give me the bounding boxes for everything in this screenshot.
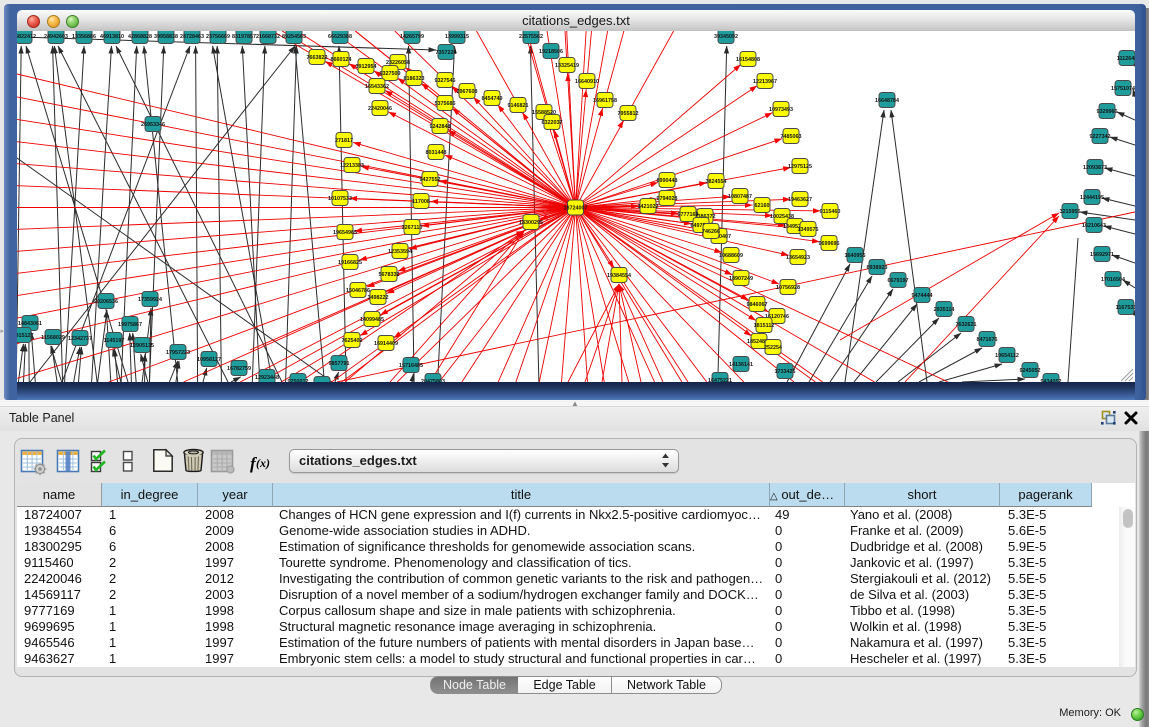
svg-text:18907249: 18907249 [729,276,753,282]
svg-text:16475221: 16475221 [708,378,732,382]
svg-text:252254: 252254 [764,345,782,351]
svg-text:3824554: 3824554 [706,179,727,185]
svg-text:9794028: 9794028 [657,196,678,202]
svg-text:16154808: 16154808 [736,57,760,63]
svg-text:7357224: 7357224 [436,50,457,56]
svg-text:13654923: 13654923 [786,255,810,261]
svg-text:1733426: 1733426 [775,369,796,375]
svg-text:10807487: 10807487 [728,194,752,200]
svg-text:9146821: 9146821 [508,103,529,109]
svg-text:14265799: 14265799 [400,34,424,40]
svg-text:12975125: 12975125 [788,164,812,170]
svg-text:10973493: 10973493 [769,107,793,113]
svg-text:19166825: 19166825 [338,260,362,266]
svg-text:10756928: 10756928 [776,285,800,291]
svg-text:12444195: 12444195 [1080,195,1104,201]
svg-text:39345092: 39345092 [714,34,738,40]
svg-text:16648784: 16648784 [875,98,899,104]
svg-text:(x): (x) [256,456,270,470]
svg-text:9329966: 9329966 [1097,109,1118,115]
svg-text:8031448: 8031448 [426,150,447,156]
svg-text:15751074: 15751074 [1111,86,1135,92]
svg-text:15046786: 15046786 [346,288,370,294]
svg-text:6679197: 6679197 [888,278,909,284]
svg-text:8186323: 8186323 [404,76,425,82]
svg-text:9227342: 9227342 [1090,134,1111,140]
svg-text:8938923: 8938923 [867,265,888,271]
svg-text:10654112: 10654112 [995,353,1019,359]
svg-text:271817: 271817 [335,138,353,144]
svg-text:1640955: 1640955 [845,253,866,259]
svg-text:7485063: 7485063 [781,134,802,140]
svg-text:15716485: 15716485 [399,363,423,369]
svg-text:12213383: 12213383 [340,163,364,169]
svg-text:20475803: 20475803 [421,379,445,382]
svg-text:9777169: 9777169 [678,212,699,218]
svg-text:9327509: 9327509 [380,71,401,77]
svg-text:17016504: 17016504 [1101,277,1125,283]
svg-text:1815112: 1815112 [754,323,775,329]
svg-text:1167533: 1167533 [1116,305,1135,311]
svg-text:9427552: 9427552 [420,177,441,183]
svg-text:8454749: 8454749 [482,96,503,102]
svg-text:16914409: 16914409 [374,341,398,347]
svg-text:9474444: 9474444 [912,293,933,299]
svg-text:23226058: 23226058 [386,60,410,66]
svg-text:19463627: 19463627 [788,197,812,203]
svg-text:7632621: 7632621 [956,322,977,328]
svg-text:12213967: 12213967 [753,79,777,85]
svg-text:18300295: 18300295 [519,220,543,226]
svg-text:3912954: 3912954 [356,64,377,70]
svg-text:1421022: 1421022 [638,204,659,210]
svg-text:746266: 746266 [702,229,720,235]
svg-text:8990448: 8990448 [657,178,678,184]
svg-text:62160: 62160 [755,203,770,209]
svg-text:1112648: 1112648 [1117,56,1135,62]
svg-text:10688609: 10688609 [719,253,743,259]
svg-text:9846067: 9846067 [747,302,768,308]
svg-text:12093873: 12093873 [1083,165,1107,171]
svg-text:5375685: 5375685 [435,101,456,107]
svg-text:5678332: 5678332 [379,272,400,278]
svg-text:7955812: 7955812 [618,111,639,117]
svg-text:16543362: 16543362 [365,84,389,90]
svg-text:14136141: 14136141 [729,362,753,368]
svg-text:117008: 117008 [412,199,430,205]
svg-text:19654985: 19654985 [333,230,357,236]
svg-text:6322037: 6322037 [542,120,563,126]
svg-text:2935114: 2935114 [934,307,955,313]
svg-text:9245052: 9245052 [1020,368,1041,374]
svg-text:13325419: 13325419 [555,63,579,69]
svg-text:16210643: 16210643 [1082,223,1106,229]
svg-text:10107533: 10107533 [328,196,352,202]
svg-text:19384554: 19384554 [607,273,631,279]
svg-text:9242848: 9242848 [430,124,451,130]
svg-text:13999315: 13999315 [445,34,469,40]
svg-text:19218506: 19218506 [539,49,563,55]
svg-text:9115460: 9115460 [820,209,841,215]
svg-text:66629388: 66629388 [328,34,352,40]
svg-text:2967608: 2967608 [457,89,478,95]
svg-text:9327546: 9327546 [435,78,456,84]
svg-text:3267110: 3267110 [402,225,423,231]
svg-text:14099485: 14099485 [360,317,384,323]
svg-text:9857791: 9857791 [329,361,350,367]
svg-text:7625402: 7625402 [342,338,363,344]
svg-text:16640910: 16640910 [575,79,599,85]
svg-text:22575562: 22575562 [519,34,543,40]
svg-text:3215955: 3215955 [1060,209,1081,215]
svg-text:7663822: 7663822 [307,55,328,61]
svg-text:8660124: 8660124 [331,57,352,63]
svg-text:16961758: 16961758 [593,98,617,104]
svg-text:9699695: 9699695 [819,241,840,247]
svg-text:12353594: 12353594 [388,249,412,255]
svg-text:15692971: 15692971 [1090,252,1114,258]
svg-text:18724007: 18724007 [564,205,588,211]
svg-text:8471676: 8471676 [977,337,998,343]
svg-text:22420046: 22420046 [368,106,392,112]
svg-text:9434052: 9434052 [1041,379,1062,382]
svg-text:1349575: 1349575 [798,227,819,233]
svg-text:3498222: 3498222 [368,295,389,301]
